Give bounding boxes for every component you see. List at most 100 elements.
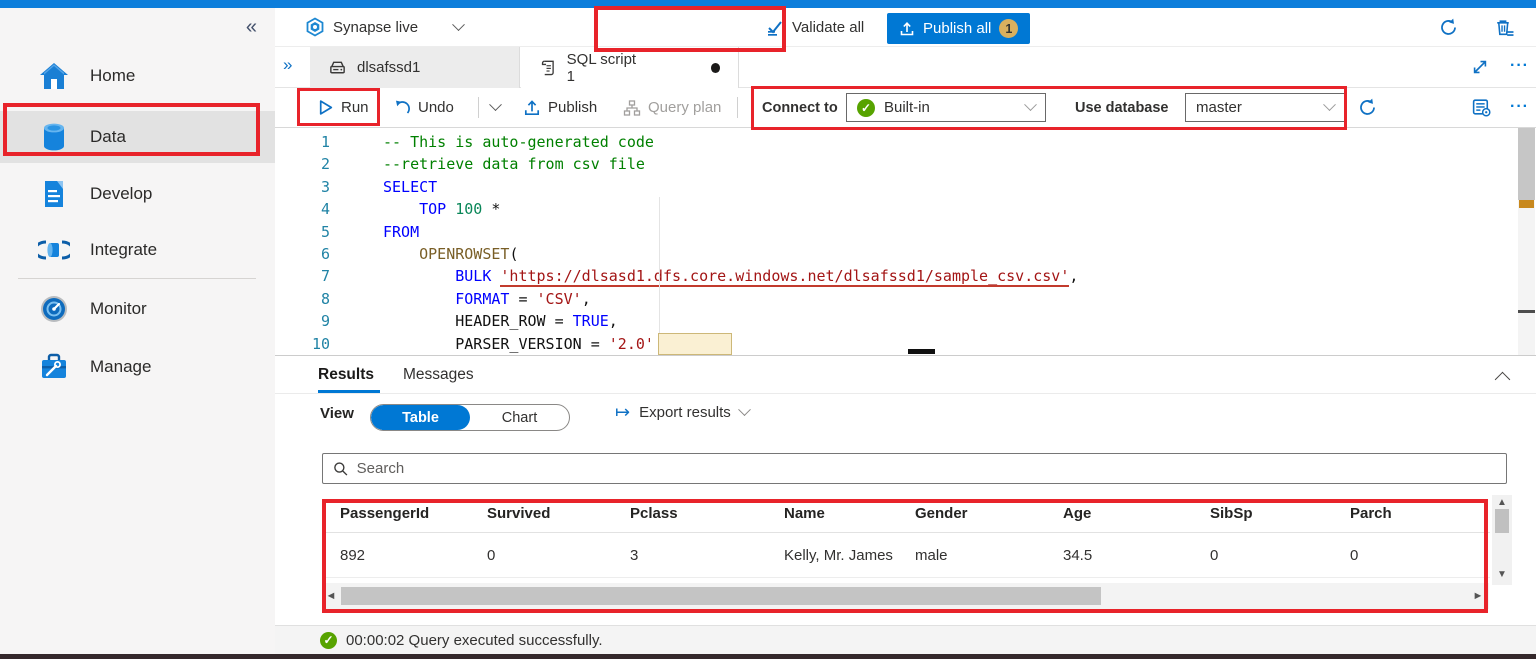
tab-sql-script-1[interactable]: SQL script 1 [521, 47, 739, 88]
scroll-down-icon[interactable]: ▼ [1492, 569, 1512, 580]
refresh-database-button[interactable] [1357, 88, 1378, 127]
run-button[interactable]: Run [317, 88, 369, 127]
results-search[interactable] [322, 453, 1507, 484]
table-cell: 0 [487, 546, 496, 564]
tab-dlsafssd1[interactable]: dlsafssd1 [310, 47, 520, 88]
window-bottom-border [0, 654, 1536, 659]
publish-icon [524, 99, 540, 115]
scroll-left-icon[interactable]: ◄ [323, 590, 339, 602]
code-line[interactable]: 3 SELECT [275, 176, 1536, 198]
table-cell: 0 [1350, 546, 1359, 564]
code-line[interactable]: 5 FROM [275, 221, 1536, 243]
query-plan-icon [623, 99, 641, 116]
table-option-label: Table [402, 409, 439, 426]
synapse-logo-icon [306, 17, 324, 37]
tab-more-actions-icon[interactable]: ··· [1510, 57, 1529, 75]
column-header[interactable]: Age [1063, 505, 1210, 522]
synapse-studio-window: « Home Data Develop Integrate Monitor Ma… [0, 0, 1536, 659]
view-option-chart[interactable]: Chart [470, 405, 569, 430]
code-line[interactable]: 1 -- This is auto-generated code [275, 131, 1536, 153]
home-icon [40, 63, 68, 89]
mode-selector[interactable]: Synapse live [305, 8, 465, 46]
column-header[interactable]: Gender [915, 505, 1063, 522]
expand-pane-button[interactable] [1470, 57, 1490, 82]
column-header[interactable]: SibSp [1210, 505, 1350, 522]
messages-tab-label: Messages [403, 365, 474, 383]
refresh-icon [1441, 18, 1456, 35]
chart-option-label: Chart [501, 409, 538, 426]
sidebar-item-data[interactable]: Data [0, 111, 275, 163]
code-line[interactable]: 10 PARSER_VERSION = '2.0' [275, 333, 1536, 355]
publish-label: Publish [548, 99, 598, 116]
search-input[interactable] [356, 460, 1496, 477]
line-number: 1 [320, 133, 330, 151]
properties-button[interactable] [1471, 88, 1492, 127]
view-label: View [320, 405, 354, 422]
undo-button[interactable]: Undo [393, 88, 454, 127]
query-plan-button[interactable]: Query plan [623, 88, 721, 127]
line-number: 5 [320, 222, 330, 241]
editor-scrollbar-thumb[interactable] [1518, 128, 1535, 200]
sidebar-collapse-icon[interactable]: « [246, 16, 257, 39]
use-database-dropdown[interactable]: master [1185, 93, 1345, 122]
collapse-results-icon[interactable] [1494, 371, 1511, 388]
sidebar-item-develop[interactable]: Develop [0, 168, 275, 220]
code-line[interactable]: 8 FORMAT = 'CSV', [275, 288, 1536, 310]
sidebar-item-label: Home [90, 66, 136, 85]
undo-redo-dropdown[interactable] [489, 88, 502, 127]
horizontal-scrollbar-thumb[interactable] [341, 587, 1101, 605]
sidebar-item-label: Monitor [90, 299, 147, 318]
column-header[interactable]: Survived [487, 505, 630, 522]
column-header[interactable]: Name [784, 505, 915, 522]
chevron-down-icon [737, 402, 751, 416]
refresh-button[interactable] [1438, 8, 1459, 46]
code-line[interactable]: 9 HEADER_ROW = TRUE, [275, 310, 1536, 332]
sidebar-item-manage[interactable]: Manage [0, 341, 275, 393]
undo-label: Undo [418, 99, 454, 116]
manage-icon [42, 353, 66, 378]
sidebar-item-home[interactable]: Home [0, 50, 275, 102]
success-icon: ✓ [320, 631, 337, 649]
horizontal-scrollbar[interactable]: ◄ ► [323, 583, 1489, 609]
undo-icon [396, 100, 410, 114]
validate-all-button[interactable]: Validate all [765, 8, 864, 46]
scroll-right-icon[interactable]: ► [1470, 590, 1486, 602]
window-top-accent-bar [0, 0, 1536, 8]
view-toggle[interactable]: Table Chart [370, 404, 570, 431]
sidebar-item-integrate[interactable]: Integrate [0, 224, 275, 276]
connect-to-dropdown[interactable]: ✓ Built-in [846, 93, 1046, 122]
properties-icon [1472, 99, 1491, 117]
chevron-down-icon [1323, 98, 1336, 112]
discard-all-button[interactable] [1493, 8, 1514, 46]
code-line[interactable]: 6 OPENROWSET( [275, 243, 1536, 265]
toolbar-separator [737, 97, 738, 118]
publish-button[interactable]: Publish [523, 88, 597, 127]
left-sidebar: « Home Data Develop Integrate Monitor Ma… [0, 8, 275, 654]
active-tab-underline [318, 390, 380, 393]
publish-all-button[interactable]: Publish all 1 [887, 13, 1031, 44]
view-option-table[interactable]: Table [371, 405, 470, 430]
table-cell: Kelly, Mr. James [784, 546, 893, 564]
document-tab-strip: » dlsafssd1 SQL script 1 ··· [275, 47, 1536, 88]
expand-tab-list-icon[interactable]: » [283, 55, 292, 75]
scroll-up-icon[interactable]: ▲ [1492, 497, 1512, 508]
code-line[interactable]: 7 BULK 'https://dlsasd1.dfs.core.windows… [275, 265, 1536, 288]
vertical-scrollbar-thumb[interactable] [1495, 509, 1509, 533]
sidebar-item-monitor[interactable]: Monitor [0, 283, 275, 335]
results-data-row[interactable]: 892 0 3 Kelly, Mr. James male 34.5 0 0 [322, 533, 1490, 578]
tab-messages[interactable]: Messages [403, 356, 474, 393]
sql-code-editor[interactable]: 1 -- This is auto-generated code 2 --retrie… [275, 128, 1536, 355]
sql-script-icon [541, 60, 554, 76]
code-line[interactable]: 4 TOP 100 * [275, 198, 1536, 220]
line-number: 3 [320, 177, 330, 196]
use-database-label: Use database [1075, 99, 1169, 116]
toolbar-more-actions-icon[interactable]: ··· [1510, 98, 1529, 116]
code-line[interactable]: 2 --retrieve data from csv file [275, 153, 1536, 175]
vertical-scrollbar[interactable]: ▲ ▼ [1492, 495, 1512, 585]
column-header[interactable]: Pclass [630, 505, 784, 522]
sidebar-item-label: Data [90, 127, 126, 146]
export-results-button[interactable]: ↦ Export results [615, 402, 751, 421]
column-header[interactable]: Parch [1350, 505, 1490, 522]
tab-results[interactable]: Results [318, 356, 374, 393]
column-header[interactable]: PassengerId [340, 505, 487, 522]
